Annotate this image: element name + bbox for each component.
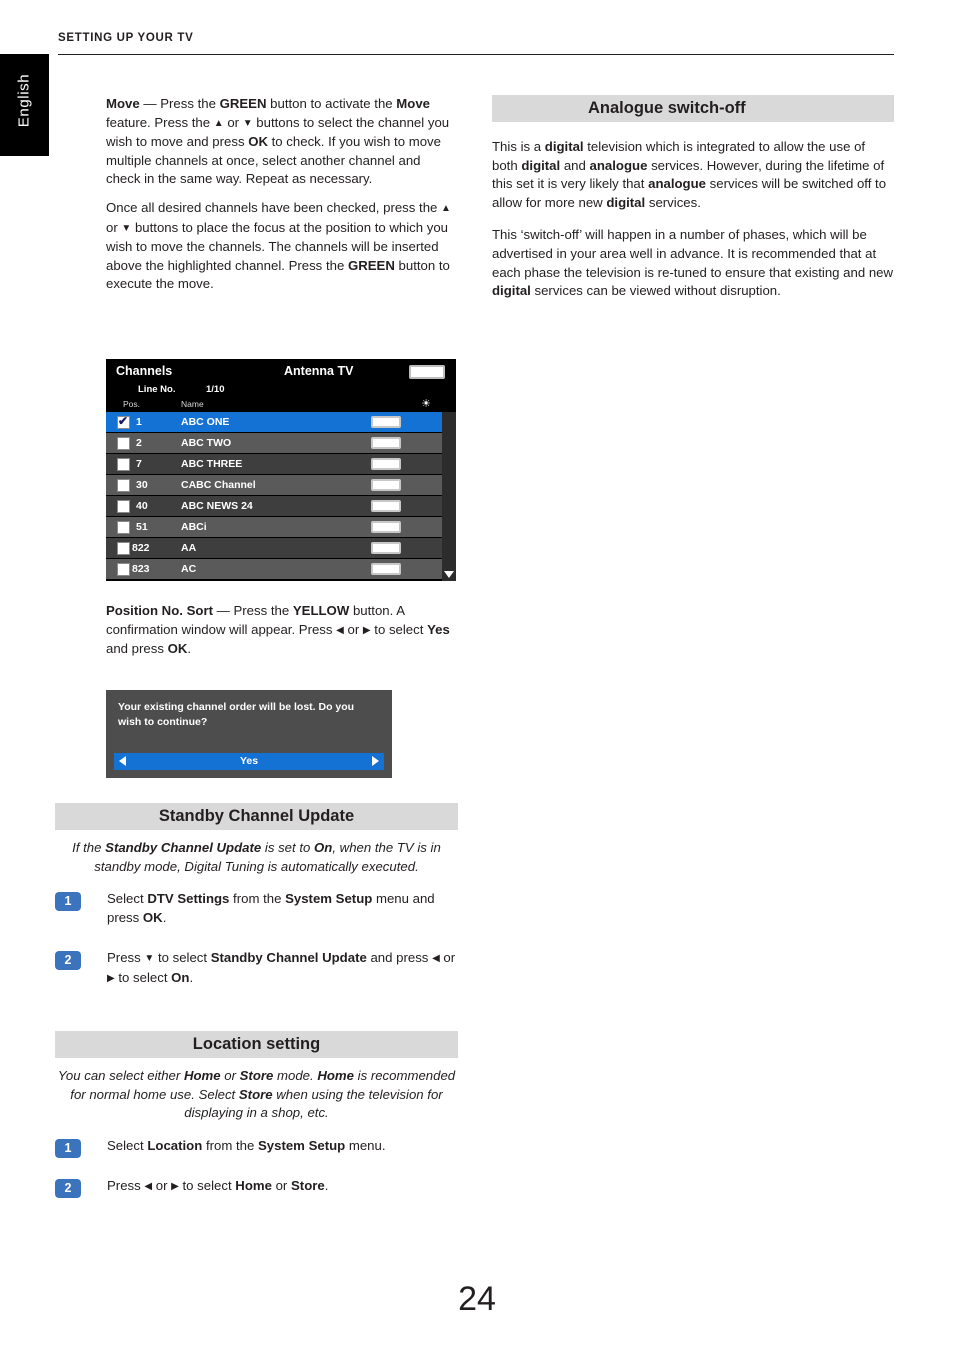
channel-list-rows: 1 ABC ONE 2 ABC TWO 7 ABC THREE 30 CABC Channel… — [106, 412, 456, 580]
position-sort-block: Position No. Sort — Press the YELLOW but… — [106, 602, 458, 669]
row-badge-icon — [371, 479, 401, 491]
row-badge-icon — [371, 458, 401, 470]
row-channel-name: ABC NEWS 24 — [181, 500, 253, 512]
standby-step-2-number: 2 — [55, 951, 81, 971]
arrow-right-icon[interactable] — [372, 756, 379, 766]
standby-step-2-text: Press ▼ to select Standby Channel Update… — [107, 950, 456, 985]
standby-section-note: If the Standby Channel Update is set to … — [72, 840, 441, 874]
table-row[interactable]: 40 ABC NEWS 24 — [106, 496, 456, 517]
location-step-2-number: 2 — [55, 1179, 81, 1199]
channel-list-titlebar: Channels Antenna TV — [106, 359, 456, 385]
chevron-down-icon[interactable] — [444, 571, 454, 578]
standby-step-2: 2 Press ▼ to select Standby Channel Upda… — [55, 949, 458, 988]
row-checkbox[interactable] — [117, 500, 130, 513]
analogue-switchoff-title: Analogue switch-off — [492, 95, 894, 122]
row-badge-icon — [371, 563, 401, 575]
position-sort-paragraph: Position No. Sort — Press the YELLOW but… — [106, 603, 450, 657]
row-checkbox[interactable] — [117, 437, 130, 450]
location-step-2: 2 Press ◀ or ▶ to select Home or Store. — [55, 1177, 458, 1199]
row-position: 30 — [136, 479, 148, 491]
table-row[interactable]: 1 ABC ONE — [106, 412, 456, 433]
row-position: 40 — [136, 500, 148, 512]
standby-step-1: 1 Select DTV Settings from the System Se… — [55, 890, 458, 927]
row-channel-name: ABC THREE — [181, 458, 243, 470]
analogue-switchoff-title-rest: switch-off — [663, 99, 746, 117]
line-no-label: Line No. — [138, 384, 176, 395]
page-header: SETTING UP YOUR TV — [58, 32, 194, 44]
row-checkbox[interactable] — [117, 542, 130, 555]
standby-section-title: Standby Channel Update — [55, 803, 458, 830]
row-channel-name: ABC ONE — [181, 416, 230, 428]
row-badge-icon — [371, 416, 401, 428]
row-badge-icon — [371, 437, 401, 449]
row-channel-name: AC — [181, 563, 197, 575]
analogue-paragraph-2: This ‘switch-off’ will happen in a numbe… — [492, 227, 894, 299]
row-position: 823 — [132, 563, 150, 575]
table-row[interactable]: 30 CABC Channel — [106, 475, 456, 496]
table-row[interactable]: 2 ABC TWO — [106, 433, 456, 454]
row-position: 51 — [136, 521, 148, 533]
row-checkbox[interactable] — [117, 458, 130, 471]
brightness-icon: ☀ — [421, 398, 431, 410]
analogue-paragraph-1: This is a digital television which is in… — [492, 139, 887, 210]
header-divider — [58, 54, 894, 55]
row-channel-name: CABC Channel — [181, 479, 256, 491]
left-column: Move — Press the GREEN button to activat… — [106, 95, 458, 304]
location-step-1: 1 Select Location from the System Setup … — [55, 1137, 458, 1158]
page-number: 24 — [458, 1280, 496, 1318]
standby-section: Standby Channel Update If the Standby Ch… — [55, 803, 458, 1001]
confirm-dialog-message: Your existing channel order will be lost… — [118, 701, 355, 728]
confirm-dialog-selector[interactable]: Yes — [114, 753, 384, 770]
language-tab-label: English — [15, 73, 33, 128]
location-section-note: You can select either Home or Store mode… — [57, 1068, 456, 1121]
location-step-1-number: 1 — [55, 1138, 81, 1158]
confirm-dialog-yes[interactable]: Yes — [114, 755, 384, 767]
table-row[interactable]: 822 AA — [106, 538, 456, 559]
column-header-name: Name — [181, 399, 204, 409]
row-badge-icon — [371, 542, 401, 554]
standby-step-1-text: Select DTV Settings from the System Setu… — [107, 891, 435, 925]
table-row[interactable]: 7 ABC THREE — [106, 454, 456, 475]
row-channel-name: AA — [181, 542, 197, 554]
line-no-value: 1/10 — [206, 384, 225, 395]
column-header-pos: Pos. — [123, 399, 141, 409]
row-position: 2 — [136, 437, 142, 449]
table-row[interactable]: 823 AC — [106, 559, 456, 580]
signal-badge-icon — [409, 365, 445, 379]
confirm-dialog: Your existing channel order will be lost… — [106, 690, 392, 778]
row-checkbox[interactable] — [117, 479, 130, 492]
channel-list-source: Antenna TV — [284, 364, 354, 378]
row-checkbox[interactable] — [117, 563, 130, 576]
row-position: 1 — [136, 416, 142, 428]
language-tab: English — [0, 54, 49, 156]
row-channel-name: ABCi — [181, 521, 207, 533]
location-step-2-text: Press ◀ or ▶ to select Home or Store. — [107, 1178, 329, 1194]
move-paragraph-2: Once all desired channels have been chec… — [106, 199, 451, 292]
row-badge-icon — [371, 521, 401, 533]
move-paragraph-1: Move — Press the GREEN button to activat… — [106, 96, 450, 187]
location-section: Location setting You can select either H… — [55, 1031, 458, 1209]
analogue-switchoff-title-bold: Analogue — [588, 99, 664, 117]
row-position: 822 — [132, 542, 150, 554]
row-position: 7 — [136, 458, 142, 470]
channel-list-title: Channels — [116, 364, 173, 378]
location-section-title: Location setting — [55, 1031, 458, 1058]
row-checkbox[interactable] — [117, 521, 130, 534]
scrollbar[interactable] — [442, 412, 456, 581]
row-checkbox[interactable] — [117, 414, 130, 429]
standby-step-1-number: 1 — [55, 892, 81, 912]
channel-list-screen: Channels Antenna TV Line No. 1/10 Pos. N… — [106, 359, 456, 581]
right-column: Analogue switch-off This is a digital te… — [492, 95, 894, 311]
row-badge-icon — [371, 500, 401, 512]
location-step-1-text: Select Location from the System Setup me… — [107, 1137, 386, 1153]
row-channel-name: ABC TWO — [181, 437, 232, 449]
table-row[interactable]: 51 ABCi — [106, 517, 456, 538]
